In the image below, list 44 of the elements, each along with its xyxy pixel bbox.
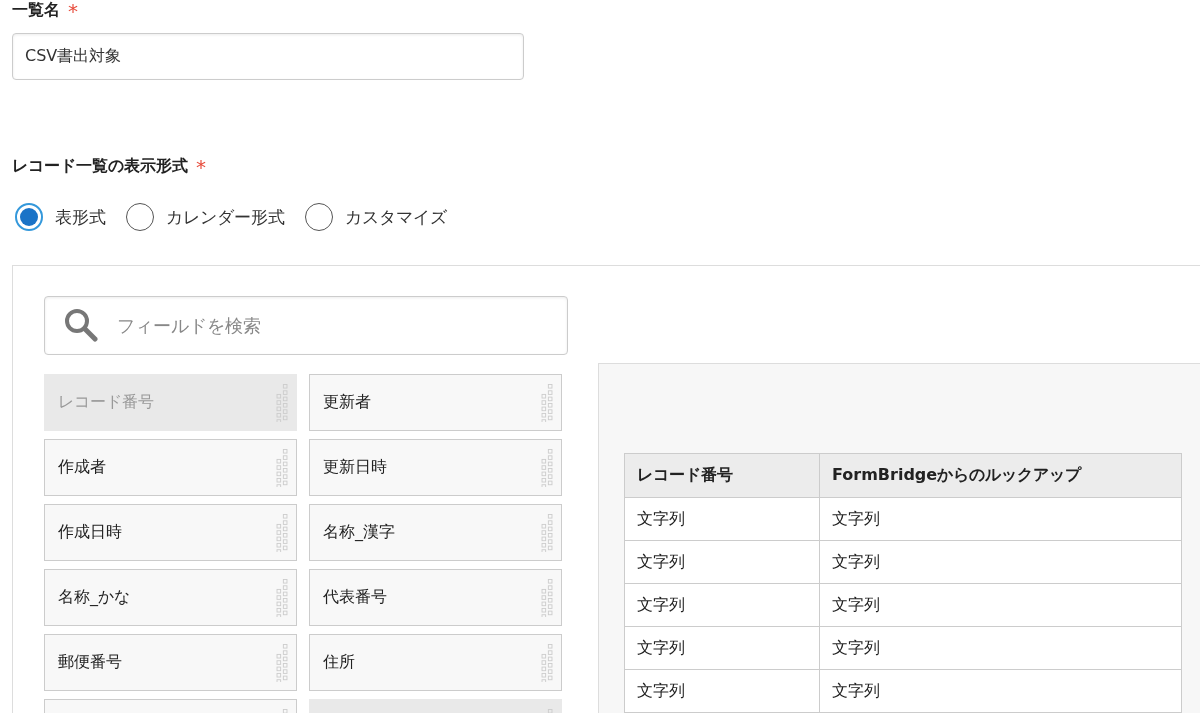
- field-chip[interactable]: 郵便番号: [44, 634, 297, 691]
- field-chip[interactable]: 更新日時: [309, 439, 562, 496]
- drag-handle-icon[interactable]: [541, 448, 553, 487]
- table-cell: 文字列: [624, 497, 820, 541]
- required-mark: *: [196, 156, 206, 177]
- field-chip[interactable]: 代表番号: [309, 569, 562, 626]
- field-chip[interactable]: 名称_かな: [44, 569, 297, 626]
- radio-button[interactable]: [15, 203, 43, 231]
- table-cell: 文字列: [819, 626, 1182, 670]
- table-cell: 文字列: [819, 540, 1182, 584]
- search-field[interactable]: フィールドを検索: [44, 296, 568, 355]
- field-chip[interactable]: 名称_漢字: [309, 504, 562, 561]
- radio-button[interactable]: [305, 203, 333, 231]
- radio-button[interactable]: [126, 203, 154, 231]
- table-cell: 文字列: [624, 540, 820, 584]
- table-cell: 文字列: [624, 669, 820, 713]
- field-chip[interactable]: 作成日時: [44, 504, 297, 561]
- field-label: 一覧名: [12, 0, 60, 21]
- table-cell: 文字列: [819, 669, 1182, 713]
- drag-handle-icon[interactable]: [541, 643, 553, 682]
- drag-handle-icon[interactable]: [276, 383, 288, 422]
- drag-handle-icon[interactable]: [541, 383, 553, 422]
- radio-label[interactable]: 表形式: [55, 205, 106, 229]
- drag-handle-icon[interactable]: [276, 643, 288, 682]
- search-icon: [64, 308, 98, 342]
- table-cell: 文字列: [624, 626, 820, 670]
- table-cell: 文字列: [624, 583, 820, 627]
- drag-handle-icon[interactable]: [541, 513, 553, 552]
- table-cell: 文字列: [819, 497, 1182, 541]
- field-chip[interactable]: 住所: [309, 634, 562, 691]
- column-header: レコード番号: [624, 453, 820, 498]
- radio-label[interactable]: カレンダー形式: [166, 205, 285, 229]
- field-chip[interactable]: 作成者: [44, 439, 297, 496]
- drag-handle-icon[interactable]: [276, 578, 288, 617]
- radio-label[interactable]: カスタマイズ: [345, 205, 447, 229]
- required-mark: *: [68, 0, 78, 21]
- table-cell: 文字列: [819, 583, 1182, 627]
- field-label: レコード一覧の表示形式: [12, 156, 188, 177]
- list-name-input[interactable]: CSV書出対象: [12, 33, 524, 80]
- drag-handle-icon[interactable]: [541, 578, 553, 617]
- column-header: FormBridgeからのルックアップ: [819, 453, 1182, 498]
- field-chip[interactable]: 更新者: [309, 374, 562, 431]
- drag-handle-icon[interactable]: [276, 513, 288, 552]
- drag-handle-icon[interactable]: [276, 448, 288, 487]
